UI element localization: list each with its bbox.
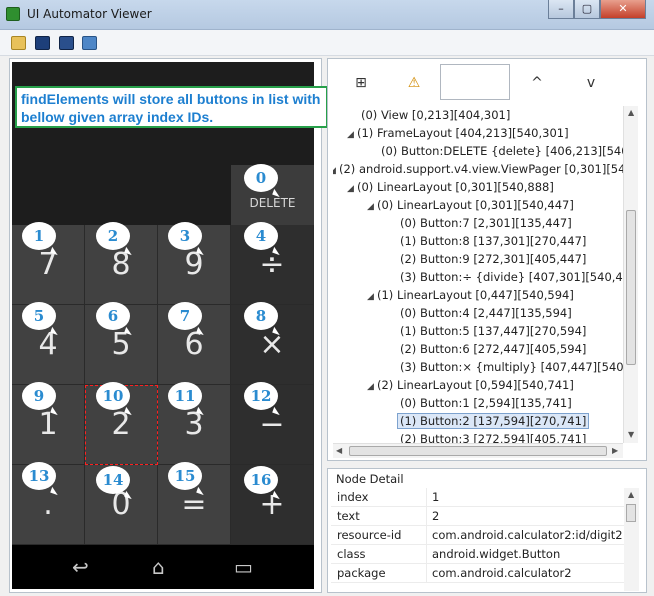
- index-badge: 11: [168, 382, 202, 410]
- index-badge: 3: [168, 222, 202, 250]
- tree-node[interactable]: (3) Button:÷ {divide} [407,301][540,447]: [400, 268, 623, 286]
- index-badge: 1: [22, 222, 56, 250]
- index-badge: 0: [244, 164, 278, 192]
- tree-node[interactable]: (1) Button:5 [137,447][270,594]: [400, 322, 586, 340]
- node-detail-scrollbar[interactable]: ▲: [624, 488, 639, 591]
- scroll-down-icon[interactable]: ▼: [628, 430, 634, 439]
- collapse-icon[interactable]: ◢: [367, 378, 377, 396]
- hierarchy-horizontal-scrollbar[interactable]: ◀ ▶: [333, 443, 623, 458]
- toolbar: [0, 30, 654, 56]
- hierarchy-tree[interactable]: (0) View [0,213][404,301] ◢ (1) FrameLayo…: [333, 106, 623, 443]
- index-badge: 2: [96, 222, 130, 250]
- expand-all-icon[interactable]: ⊞: [352, 74, 370, 92]
- node-detail-title: Node Detail: [336, 472, 404, 486]
- index-badge: 7: [168, 302, 202, 330]
- hierarchy-search-field[interactable]: [440, 64, 510, 100]
- scroll-thumb[interactable]: [349, 446, 607, 456]
- title-bar: UI Automator Viewer – ▢ ✕: [0, 0, 654, 30]
- scroll-right-icon[interactable]: ▶: [612, 446, 618, 455]
- collapse-icon[interactable]: ◢: [367, 288, 377, 306]
- tree-node[interactable]: ◢ (0) LinearLayout [0,301][540,447]: [367, 196, 574, 214]
- next-result-button[interactable]: v: [582, 74, 600, 92]
- index-badge: 9: [22, 382, 56, 410]
- maximize-button[interactable]: ▢: [574, 0, 600, 19]
- collapse-icon[interactable]: ◢: [367, 198, 377, 216]
- home-icon[interactable]: ⌂: [152, 555, 165, 579]
- previous-result-button[interactable]: ^: [528, 74, 546, 92]
- index-badge: 14: [96, 466, 130, 494]
- open-folder-icon[interactable]: [11, 36, 26, 50]
- index-badge: 10: [96, 382, 130, 410]
- index-badge: 13: [22, 462, 56, 490]
- tree-node-selected[interactable]: (1) Button:2 [137,594][270,741]: [397, 412, 590, 430]
- window-title: UI Automator Viewer: [27, 7, 152, 21]
- tree-node[interactable]: ◢ (1) FrameLayout [404,213][540,301]: [347, 124, 569, 142]
- save-icon[interactable]: [82, 36, 97, 50]
- warning-icon[interactable]: ⚠: [405, 74, 423, 92]
- index-badge: 15: [168, 462, 202, 490]
- tree-node[interactable]: (2) Button:6 [272,447][405,594]: [400, 340, 586, 358]
- table-row[interactable]: package com.android.calculator2: [331, 564, 624, 583]
- scroll-up-icon[interactable]: ▲: [628, 108, 634, 117]
- device-screenshot-icon[interactable]: [35, 36, 50, 50]
- index-badge: 8: [244, 302, 278, 330]
- app-icon: [6, 7, 20, 21]
- tree-node[interactable]: ◢(2) android.support.v4.view.ViewPager […: [333, 160, 623, 178]
- table-row[interactable]: class android.widget.Button: [331, 545, 624, 564]
- index-badge: 16: [244, 466, 278, 494]
- table-row[interactable]: index 1: [331, 488, 624, 507]
- annotation-note: findElements will store all buttons in l…: [15, 86, 328, 128]
- tree-node[interactable]: (0) Button:1 [2,594][135,741]: [400, 394, 572, 412]
- tree-node[interactable]: (0) View [0,213][404,301]: [361, 106, 510, 124]
- tree-node[interactable]: (3) Button:× {multiply} [407,447][540,59…: [400, 358, 623, 376]
- tree-node[interactable]: (0) Button:7 [2,301][135,447]: [400, 214, 572, 232]
- minimize-button[interactable]: –: [548, 0, 574, 19]
- collapse-icon[interactable]: ◢: [347, 180, 357, 198]
- scroll-left-icon[interactable]: ◀: [336, 446, 342, 455]
- index-badge: 5: [22, 302, 56, 330]
- table-row[interactable]: resource-id com.android.calculator2:id/di…: [331, 526, 624, 545]
- tree-node[interactable]: (2) Button:3 [272,594][405,741]: [400, 430, 586, 443]
- hierarchy-vertical-scrollbar[interactable]: ▲ ▼: [623, 106, 638, 443]
- table-row[interactable]: text 2: [331, 507, 624, 526]
- tree-node[interactable]: (0) Button:4 [2,447][135,594]: [400, 304, 572, 322]
- recents-icon[interactable]: ▭: [234, 555, 253, 579]
- android-nav-bar: ↩ ⌂ ▭: [12, 545, 314, 589]
- device-screenshot-compressed-icon[interactable]: [59, 36, 74, 50]
- delete-label: DELETE: [249, 196, 296, 210]
- tree-node[interactable]: ◢ (1) LinearLayout [0,447][540,594]: [367, 286, 574, 304]
- tree-node[interactable]: (1) Button:8 [137,301][270,447]: [400, 232, 586, 250]
- scroll-thumb[interactable]: [626, 210, 636, 365]
- index-badge: 4: [244, 222, 278, 250]
- tree-node[interactable]: ◢ (0) LinearLayout [0,301][540,888]: [347, 178, 554, 196]
- tree-node[interactable]: ◢ (2) LinearLayout [0,594][540,741]: [367, 376, 574, 394]
- collapse-icon[interactable]: ◢: [347, 126, 357, 144]
- scroll-up-icon[interactable]: ▲: [628, 490, 634, 499]
- back-icon[interactable]: ↩: [72, 555, 89, 579]
- tree-node[interactable]: (0) Button:DELETE {delete} [406,213][540…: [381, 142, 623, 160]
- close-button[interactable]: ✕: [600, 0, 646, 19]
- scroll-thumb[interactable]: [626, 504, 636, 522]
- index-badge: 12: [244, 382, 278, 410]
- tree-node[interactable]: (2) Button:9 [272,301][405,447]: [400, 250, 586, 268]
- index-badge: 6: [96, 302, 130, 330]
